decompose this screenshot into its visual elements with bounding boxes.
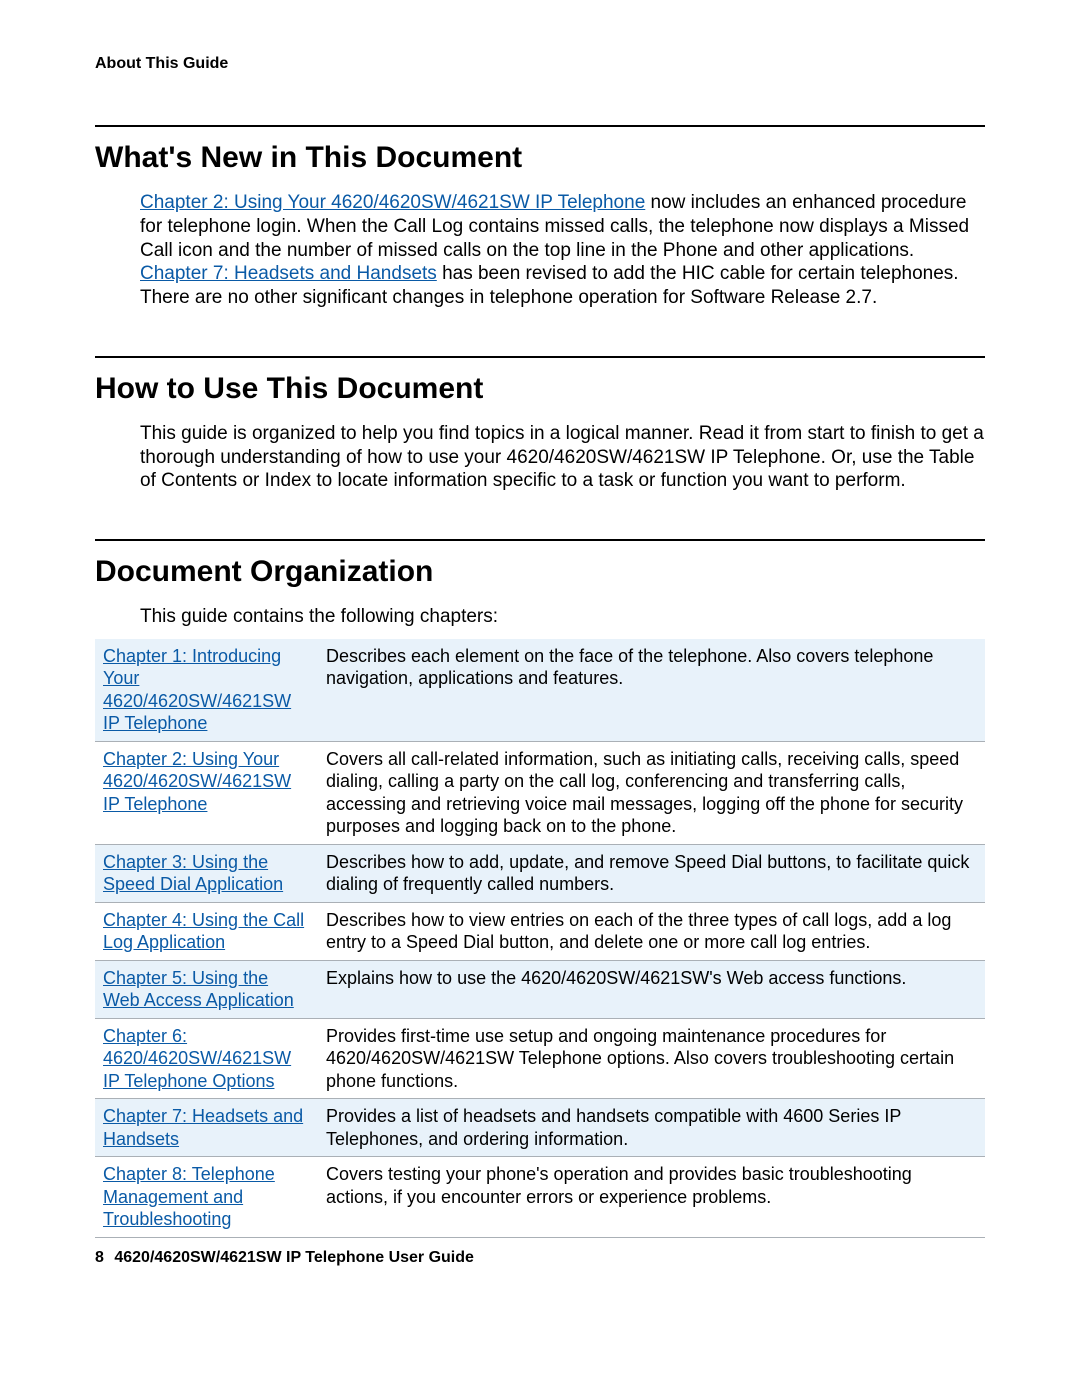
how-to-body: This guide is organized to help you find… <box>140 422 985 493</box>
org-chapter-link[interactable]: Chapter 2: Using Your 4620/4620SW/4621SW… <box>103 749 291 814</box>
heading-how-to-use: How to Use This Document <box>95 372 985 406</box>
org-chapter-link[interactable]: Chapter 7: Headsets and Handsets <box>103 1106 303 1149</box>
section-doc-organization: Document Organization This guide contain… <box>95 539 985 1238</box>
page-number: 8 <box>95 1249 104 1266</box>
link-chapter-2-inline[interactable]: Chapter 2: Using Your 4620/4620SW/4621SW… <box>140 192 645 213</box>
org-chapter-cell: Chapter 5: Using the Web Access Applicat… <box>95 960 318 1018</box>
org-chapter-link[interactable]: Chapter 4: Using the Call Log Applicatio… <box>103 910 304 953</box>
table-row: Chapter 6: 4620/4620SW/4621SW IP Telepho… <box>95 1018 985 1099</box>
page-footer: 8 4620/4620SW/4621SW IP Telephone User G… <box>95 1249 474 1267</box>
org-chapter-desc: Covers all call-related information, suc… <box>318 741 985 844</box>
org-chapter-link[interactable]: Chapter 5: Using the Web Access Applicat… <box>103 968 294 1011</box>
running-header: About This Guide <box>95 55 985 73</box>
section-how-to-use: How to Use This Document This guide is o… <box>95 356 985 493</box>
table-row: Chapter 8: Telephone Management and Trou… <box>95 1157 985 1238</box>
org-chapter-desc: Provides a list of headsets and handsets… <box>318 1099 985 1157</box>
org-chapter-link[interactable]: Chapter 6: 4620/4620SW/4621SW IP Telepho… <box>103 1026 291 1091</box>
org-chapter-link[interactable]: Chapter 3: Using the Speed Dial Applicat… <box>103 852 283 895</box>
org-chapter-desc: Provides first-time use setup and ongoin… <box>318 1018 985 1099</box>
link-chapter-7-inline[interactable]: Chapter 7: Headsets and Handsets <box>140 263 437 284</box>
org-chapter-desc: Explains how to use the 4620/4620SW/4621… <box>318 960 985 1018</box>
page: About This Guide What's New in This Docu… <box>0 0 1080 1397</box>
org-chapter-cell: Chapter 8: Telephone Management and Trou… <box>95 1157 318 1238</box>
org-table: Chapter 1: Introducing Your 4620/4620SW/… <box>95 639 985 1238</box>
table-row: Chapter 4: Using the Call Log Applicatio… <box>95 902 985 960</box>
table-row: Chapter 1: Introducing Your 4620/4620SW/… <box>95 639 985 742</box>
whats-new-body: Chapter 2: Using Your 4620/4620SW/4621SW… <box>140 191 985 310</box>
org-chapter-cell: Chapter 4: Using the Call Log Applicatio… <box>95 902 318 960</box>
section-whats-new: What's New in This Document Chapter 2: U… <box>95 125 985 310</box>
org-chapter-cell: Chapter 6: 4620/4620SW/4621SW IP Telepho… <box>95 1018 318 1099</box>
org-chapter-desc: Describes how to view entries on each of… <box>318 902 985 960</box>
org-chapter-desc: Describes how to add, update, and remove… <box>318 844 985 902</box>
table-row: Chapter 2: Using Your 4620/4620SW/4621SW… <box>95 741 985 844</box>
table-row: Chapter 3: Using the Speed Dial Applicat… <box>95 844 985 902</box>
org-chapter-cell: Chapter 7: Headsets and Handsets <box>95 1099 318 1157</box>
org-chapter-desc: Describes each element on the face of th… <box>318 639 985 742</box>
section-rule <box>95 125 985 127</box>
org-chapter-link[interactable]: Chapter 8: Telephone Management and Trou… <box>103 1164 275 1229</box>
org-chapter-cell: Chapter 2: Using Your 4620/4620SW/4621SW… <box>95 741 318 844</box>
table-row: Chapter 5: Using the Web Access Applicat… <box>95 960 985 1018</box>
org-chapter-link[interactable]: Chapter 1: Introducing Your 4620/4620SW/… <box>103 646 291 734</box>
footer-title: 4620/4620SW/4621SW IP Telephone User Gui… <box>114 1249 474 1266</box>
heading-whats-new: What's New in This Document <box>95 141 985 175</box>
heading-doc-organization: Document Organization <box>95 555 985 589</box>
org-intro: This guide contains the following chapte… <box>140 605 985 629</box>
section-rule <box>95 356 985 358</box>
org-chapter-cell: Chapter 3: Using the Speed Dial Applicat… <box>95 844 318 902</box>
table-row: Chapter 7: Headsets and Handsets Provides… <box>95 1099 985 1157</box>
section-rule <box>95 539 985 541</box>
org-chapter-cell: Chapter 1: Introducing Your 4620/4620SW/… <box>95 639 318 742</box>
org-chapter-desc: Covers testing your phone's operation an… <box>318 1157 985 1238</box>
